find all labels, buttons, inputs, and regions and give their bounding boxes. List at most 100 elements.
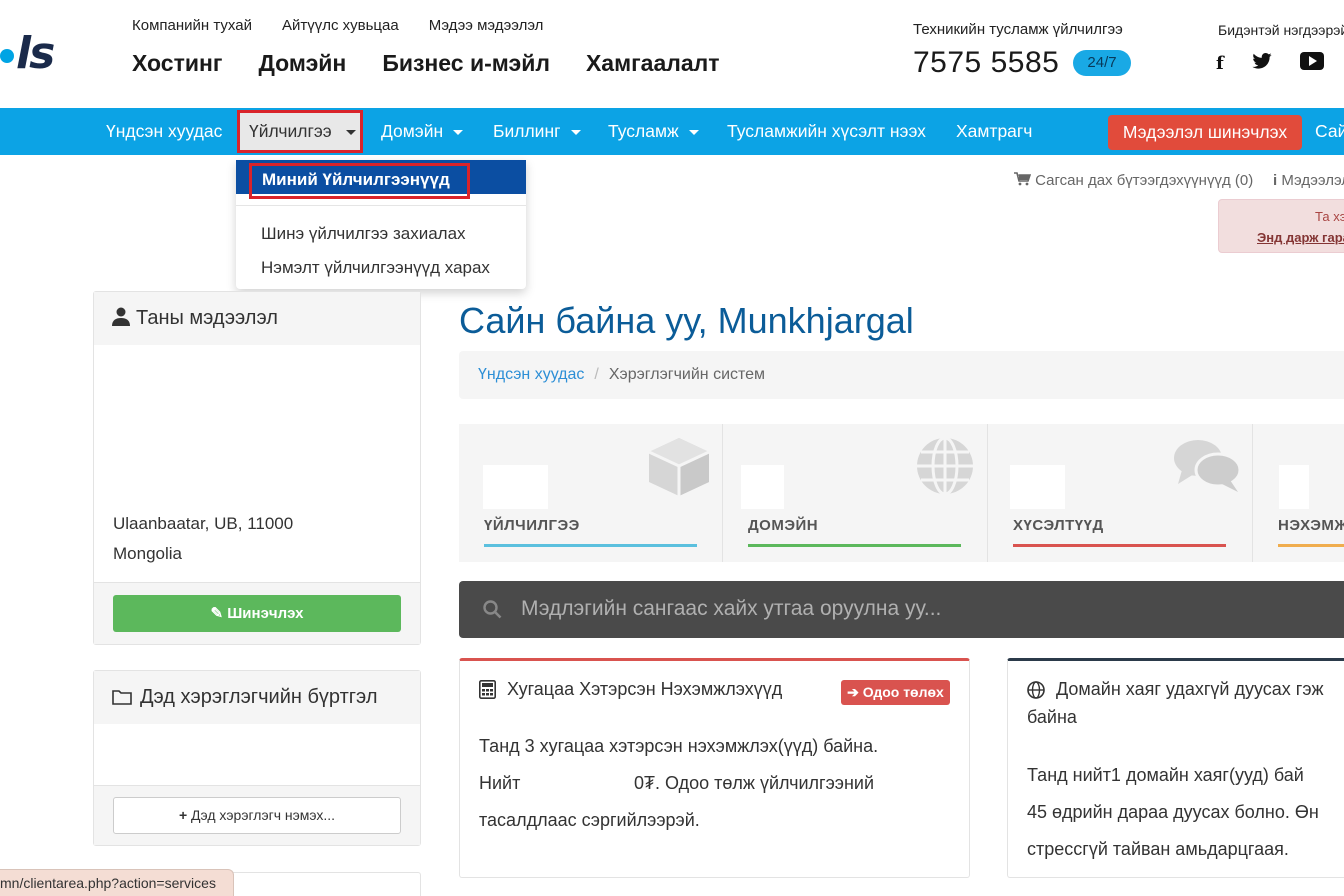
nav-domain-top[interactable]: Домэйн [258, 50, 346, 77]
nav-about[interactable]: Компанийн тухай [132, 17, 252, 34]
dropdown-order-new-service[interactable]: Шинэ үйлчилгээ захиалах [261, 224, 466, 244]
knowledgebase-search[interactable]: Мэдлэгийн сангаас хайх утгаа оруулна уу.… [459, 581, 1344, 638]
overdue-text-line-2: 0₮. Одоо төлж үйлчилгээний [634, 773, 875, 793]
domain-text-line-2: 45 өдрийн дараа дуусах болно. Өн [1027, 802, 1319, 822]
tile-services-count [483, 465, 548, 509]
tile-tickets-label: ХҮСЭЛТҮҮД [1013, 517, 1104, 534]
caret-down-icon [688, 129, 699, 135]
nav-news[interactable]: Мэдээ мэдээлэл [429, 17, 544, 34]
services-dropdown: Миний Үйлчилгээнүүд Шинэ үйлчилгээ захиа… [236, 160, 526, 289]
nav-domain-label: Домэйн [381, 121, 444, 141]
alert-text: Та хэрэг [1315, 209, 1344, 224]
domain-text-line-3: стрессгүй тайван амьдарцгаая. [1027, 839, 1289, 859]
update-info-button[interactable]: Мэдээлэл шинэчлэх [1108, 115, 1302, 150]
breadcrumb: Үндсэн хуудас / Хэрэглэгчийн систем [459, 351, 1344, 399]
profile-panel-footer: ✎ Шинэчлэх [94, 582, 420, 644]
nav-hosting[interactable]: Хостинг [132, 50, 222, 77]
twitter-icon[interactable] [1252, 53, 1272, 74]
site-header: ls Компанийн тухай Айтүүлс хувьцаа Мэдээ… [0, 0, 1344, 108]
search-input[interactable]: Мэдлэгийн сангаас хайх утгаа оруулна уу.… [521, 597, 941, 621]
info-link[interactable]: i Мэдээлэл [1273, 172, 1344, 189]
browser-status-url: mn/clientarea.php?action=services [0, 869, 234, 896]
nav-business-email[interactable]: Бизнес и-мэйл [382, 50, 550, 77]
tile-tickets[interactable]: ХҮСЭЛТҮҮД [988, 424, 1253, 562]
breadcrumb-separator: / [594, 366, 599, 383]
tile-invoices-count [1279, 465, 1309, 509]
subaccount-panel-header: Дэд хэрэглэгчийн бүртгэл [94, 671, 420, 724]
tile-domains-bar [748, 544, 961, 547]
dropdown-my-services[interactable]: Миний Үйлчилгээнүүд [249, 163, 470, 199]
facebook-icon[interactable]: f [1216, 53, 1224, 74]
nav-partner[interactable]: Хамтрагч [956, 108, 1032, 155]
alert-logout-link[interactable]: Энд дарж гарах [1257, 230, 1344, 245]
breadcrumb-home[interactable]: Үндсэн хуудас [478, 366, 584, 383]
logo-dot [0, 49, 14, 63]
globe-icon [917, 436, 973, 496]
support-badge: 24/7 [1073, 50, 1131, 76]
tile-invoices-bar [1278, 544, 1344, 547]
globe-icon [1027, 681, 1045, 699]
nav-home[interactable]: Үндсэн хуудас [106, 108, 222, 155]
nav-open-ticket[interactable]: Тусламжийн хүсэлт нээх [727, 108, 926, 155]
social-links: f [1216, 52, 1324, 75]
nav-help[interactable]: Тусламж [608, 108, 699, 155]
tile-domains-count [741, 465, 784, 509]
profile-panel-header: Таны мэдээлэл [94, 292, 420, 345]
tile-tickets-bar [1013, 544, 1226, 547]
tile-invoices-label: НЭХЭМЖЛЭХ [1278, 517, 1344, 534]
add-subaccount-button[interactable]: + Дэд хэрэглэгч нэмэх... [113, 797, 401, 834]
subaccount-panel-footer: + Дэд хэрэглэгч нэмэх... [94, 785, 420, 845]
nav-domain[interactable]: Домэйн [381, 108, 464, 155]
folder-icon [112, 690, 132, 705]
logo-text: ls [16, 28, 55, 79]
cube-icon [648, 438, 710, 496]
nav-services[interactable]: Үйлчилгээ [237, 110, 363, 153]
profile-panel-title: Таны мэдээлэл [136, 307, 278, 329]
subaccount-panel-title: Дэд хэрэглэгчийн бүртгэл [140, 686, 378, 708]
site-logo[interactable]: ls [0, 28, 55, 79]
pencil-icon: ✎ [210, 605, 224, 622]
search-icon [483, 600, 502, 619]
support-phone[interactable]: 7575 5585 [913, 46, 1059, 80]
pay-now-label: Одоо төлөх [862, 684, 944, 700]
subaccount-panel: Дэд хэрэглэгчийн бүртгэл + Дэд хэрэглэгч… [93, 670, 421, 846]
youtube-icon[interactable] [1299, 52, 1324, 75]
tile-domains[interactable]: ДОМЭЙН [723, 424, 988, 562]
user-icon [112, 307, 130, 326]
nav-shares[interactable]: Айтүүлс хувьцаа [282, 17, 399, 34]
tile-services[interactable]: ҮЙЛЧИЛГЭЭ [459, 424, 723, 562]
social-label: Бидэнтэй нэгдээрэй [1218, 22, 1344, 38]
arrow-right-icon: ➔ [847, 684, 859, 700]
caret-down-icon [453, 129, 464, 135]
pay-now-button[interactable]: ➔ Одоо төлөх [841, 680, 950, 705]
dropdown-divider [236, 205, 526, 206]
tile-invoices[interactable]: НЭХЭМЖЛЭХ [1253, 424, 1344, 562]
edit-profile-button[interactable]: ✎ Шинэчлэх [113, 595, 401, 632]
top-small-nav: Компанийн тухай Айтүүлс хувьцаа Мэдээ мэ… [132, 17, 543, 34]
breadcrumb-current: Хэрэглэгчийн систем [608, 366, 766, 383]
dropdown-view-addons[interactable]: Нэмэлт үйлчилгээнүүд харах [261, 258, 490, 278]
domain-text-line-1: Танд нийт1 домайн хаяг(ууд) бай [1027, 765, 1304, 785]
address-line-1: Ulaanbaatar, UB, 11000 [113, 514, 294, 533]
tile-services-bar [484, 544, 697, 547]
overdue-text-line-3: тасалдлаас сэргийлээрэй. [479, 810, 700, 830]
expiring-domains-card: Домайн хаяг удахгүй дуусах гэж байна Тан… [1007, 658, 1344, 878]
nav-services-label: Үйлчилгээ [249, 121, 332, 141]
nav-greeting[interactable]: Сайн [1315, 108, 1344, 155]
plus-icon: + [178, 807, 188, 823]
page-title: Сайн байна уу, Munkhjargal [459, 300, 914, 341]
cart-link[interactable]: Сагсан дах бүтээгдэхүүнүүд (0) [1014, 172, 1253, 189]
overdue-text-total: Нийт [479, 773, 521, 793]
address-line-2: Mongolia [113, 544, 182, 563]
edit-profile-label: Шинэчлэх [227, 605, 304, 622]
overdue-invoices-card: Хугацаа Хэтэрсэн Нэхэмжлэхүүд ➔ Одоо төл… [459, 658, 970, 878]
add-subaccount-label: Дэд хэрэглэгч нэмэх... [191, 807, 336, 823]
comments-icon [1174, 440, 1242, 492]
caret-down-icon [345, 129, 356, 135]
expiring-domains-title-2: байна [1027, 707, 1077, 727]
nav-billing-label: Биллинг [493, 121, 561, 141]
nav-billing[interactable]: Биллинг [493, 108, 581, 155]
cart-icon [1014, 172, 1032, 186]
nav-security[interactable]: Хамгаалалт [586, 50, 720, 77]
tile-services-label: ҮЙЛЧИЛГЭЭ [484, 517, 580, 534]
